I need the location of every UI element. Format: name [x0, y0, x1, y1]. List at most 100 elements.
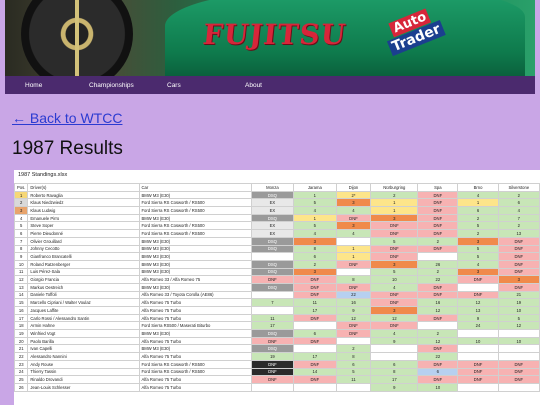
nav-item-cars[interactable]: Cars [167, 82, 225, 89]
column-header: Spa [417, 183, 459, 192]
result-cell: 22 [417, 275, 459, 284]
driver-cell: Gianfranco Brancatelli [27, 252, 140, 261]
nav-item-home[interactable]: Home [25, 82, 69, 89]
driver-cell: Giorgio Francia [27, 275, 140, 284]
header-banner-image: FUJITSU Auto Trader [5, 0, 535, 76]
result-cell: 4 [335, 206, 372, 215]
car-cell: Ford Sierra RS Cosworth / RS500 [138, 206, 252, 215]
table-row: 17 Carlo Rossi / Alessandro Santin Alfa Ro… [14, 313, 540, 323]
result-cell: 19 [250, 352, 295, 361]
result-cell: 2 [417, 267, 459, 277]
result-cell [370, 352, 419, 361]
position-cell: 1 [14, 190, 29, 200]
table-row: 20 Paolo Barilla Alfa Romeo 75 Turbo DNF DNF… [14, 336, 540, 346]
position-cell: 12 [14, 275, 29, 284]
result-cell: 10 [370, 275, 419, 284]
result-cell: 12 [497, 321, 540, 331]
result-cell [497, 382, 540, 392]
result-cell: 12 [370, 313, 419, 323]
result-cell: DNF [370, 229, 419, 238]
car-cell: Alfa Romeo 75 Turbo [138, 382, 252, 392]
position-cell: 5 [14, 221, 29, 231]
result-cell: DNF [497, 244, 540, 254]
car-cell: Ford Sierra RS500 / Maserati Biturbo [138, 321, 252, 331]
table-row: 12 Giorgio Francia Alfa Romeo 33 / Alfa Ro… [14, 275, 540, 284]
result-cell: DNF [293, 313, 337, 323]
result-cell [497, 329, 540, 338]
result-cell: DNF [417, 221, 459, 231]
driver-cell: Jean-Louis Schlesser [27, 382, 140, 392]
result-cell: EX [250, 221, 295, 231]
column-header: Silverstone [497, 183, 540, 192]
result-cell: 17 [370, 375, 419, 384]
result-cell: 2 [293, 259, 337, 269]
position-cell: 23 [14, 359, 29, 369]
standings-table: Pos. Driver(s) Car Monza Jarama Dijon Nürburgr… [14, 183, 540, 392]
result-cell: 9 [335, 306, 372, 315]
result-cell: 10 [497, 336, 540, 346]
result-cell: DNF [497, 375, 540, 384]
result-cell: DNF [417, 213, 459, 223]
result-cell: 26 [417, 259, 459, 269]
driver-cell: Ivan Capelli [27, 344, 140, 354]
position-cell: 10 [14, 259, 29, 269]
result-cell [250, 382, 295, 392]
result-cell: 5 [457, 244, 499, 254]
result-cell: 10 [457, 336, 499, 346]
position-cell: 13 [14, 282, 29, 292]
result-cell: 2 [335, 344, 372, 354]
result-cell: 21 [497, 290, 540, 300]
result-cell: DNF [293, 282, 337, 292]
result-cell: 7 [250, 298, 295, 307]
car-cell: Alfa Romeo 75 Turbo [138, 375, 252, 384]
result-cell: 9 [370, 336, 419, 346]
result-cell: 3 [293, 236, 337, 246]
car-cell: Alfa Romeo 33 / Alfa Romeo 75 [138, 275, 252, 284]
table-row: 25 Rinaldo Drovandi Alfa Romeo 75 Turbo DNF… [14, 375, 540, 384]
result-cell: DSQ [250, 344, 295, 354]
result-cell: 12 [457, 298, 499, 307]
back-to-wtcc-link[interactable]: ← Back to WTCC [12, 110, 122, 126]
position-cell: 4 [14, 213, 29, 223]
result-cell: DNF [293, 375, 337, 384]
result-cell: DNF [250, 375, 295, 384]
position-cell: 9 [14, 252, 29, 261]
result-cell: 17 [293, 352, 337, 361]
result-cell: 1 [335, 252, 372, 261]
result-cell: 1 [457, 198, 499, 208]
result-cell [417, 252, 459, 261]
result-cell: DNF [370, 290, 419, 300]
result-cell: DNF [370, 221, 419, 231]
column-header: Monza [250, 183, 295, 192]
result-cell: 3 [335, 221, 372, 231]
driver-cell: Winfried Vogt [27, 329, 140, 338]
result-cell: 2 [417, 236, 459, 246]
table-row: 16 Jacques Laffite Alfa Romeo 75 Turbo 17 9 3… [14, 306, 540, 315]
column-header: Nürburgring [370, 183, 419, 192]
result-cell: DNF [335, 282, 372, 292]
result-cell [293, 344, 337, 354]
table-row: 14 Daniele Toffoli Alfa Romeo 33 / Toyota … [14, 290, 540, 300]
nav-item-about[interactable]: About [245, 82, 303, 89]
car-cell: BMW M3 (E30) [138, 244, 252, 254]
result-cell: 4 [335, 229, 372, 238]
position-cell: 7 [14, 236, 29, 246]
result-cell: 2 [497, 221, 540, 231]
table-row: 18 Armin Hahne Ford Sierra RS500 / Maserat… [14, 321, 540, 331]
table-row: 9 Gianfranco Brancatelli BMW M3 (E30) 6 1 DNF… [14, 252, 540, 261]
position-cell: 16 [14, 306, 29, 315]
table-row: 26 Jean-Louis Schlesser Alfa Romeo 75 Turb… [14, 382, 540, 392]
result-cell: 10 [417, 382, 459, 392]
result-cell [457, 344, 499, 354]
column-header: Car [138, 183, 252, 192]
position-cell: 2 [14, 198, 29, 208]
result-cell: 3 [457, 236, 499, 246]
nav-item-championships[interactable]: Championships [89, 82, 147, 89]
result-cell: DNF [370, 252, 419, 261]
position-cell: 26 [14, 382, 29, 392]
position-cell: 14 [14, 290, 29, 300]
result-cell: 8 [293, 244, 337, 254]
result-cell [250, 252, 295, 261]
result-cell: DSQ [250, 329, 295, 338]
result-cell: 4 [497, 206, 540, 215]
